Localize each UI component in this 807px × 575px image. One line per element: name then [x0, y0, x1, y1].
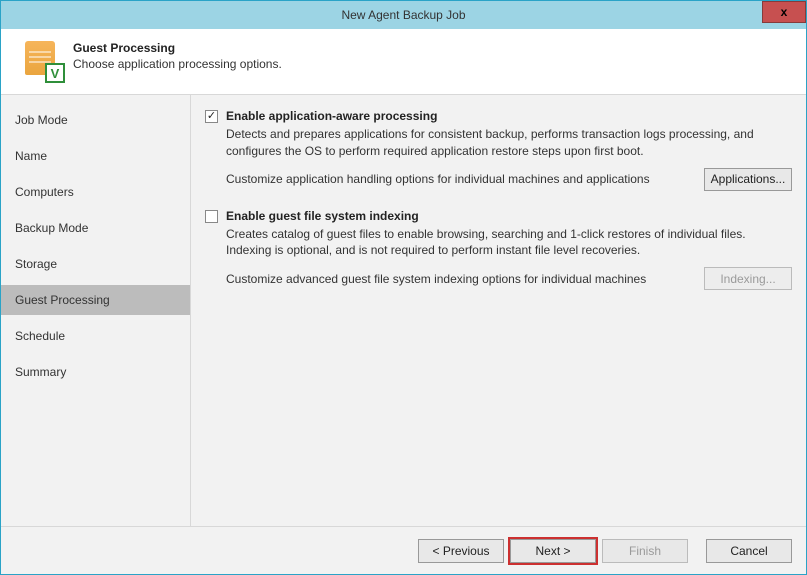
sidebar-item-job-mode[interactable]: Job Mode: [1, 105, 190, 135]
indexing-customize-text: Customize advanced guest file system ind…: [226, 272, 704, 286]
indexing-section: Enable guest file system indexing Create…: [205, 209, 792, 291]
indexing-checkbox[interactable]: [205, 210, 218, 223]
titlebar: New Agent Backup Job x: [1, 1, 806, 29]
indexing-description: Creates catalog of guest files to enable…: [226, 226, 766, 260]
app-aware-checkbox[interactable]: [205, 110, 218, 123]
finish-button: Finish: [602, 539, 688, 563]
previous-button[interactable]: < Previous: [418, 539, 504, 563]
indexing-label: Enable guest file system indexing: [226, 209, 419, 223]
app-aware-section: Enable application-aware processing Dete…: [205, 109, 792, 191]
sidebar-item-name[interactable]: Name: [1, 141, 190, 171]
page-subtitle: Choose application processing options.: [73, 57, 282, 71]
sidebar-item-backup-mode[interactable]: Backup Mode: [1, 213, 190, 243]
wizard-footer: < Previous Next > Finish Cancel: [1, 526, 806, 574]
app-aware-label: Enable application-aware processing: [226, 109, 437, 123]
next-button[interactable]: Next >: [510, 539, 596, 563]
window-title: New Agent Backup Job: [341, 8, 465, 22]
sidebar-item-guest-processing[interactable]: Guest Processing: [1, 285, 190, 315]
sidebar-item-computers[interactable]: Computers: [1, 177, 190, 207]
content-panel: Enable application-aware processing Dete…: [191, 95, 806, 526]
page-title: Guest Processing: [73, 41, 282, 55]
sidebar-item-schedule[interactable]: Schedule: [1, 321, 190, 351]
sidebar-item-storage[interactable]: Storage: [1, 249, 190, 279]
sidebar-item-summary[interactable]: Summary: [1, 357, 190, 387]
wizard-body: Job Mode Name Computers Backup Mode Stor…: [1, 95, 806, 526]
close-icon: x: [781, 5, 788, 19]
wizard-window: New Agent Backup Job x V Guest Processin…: [0, 0, 807, 575]
header-icon: V: [19, 39, 63, 83]
applications-button[interactable]: Applications...: [704, 168, 792, 191]
close-button[interactable]: x: [762, 1, 806, 23]
app-aware-description: Detects and prepares applications for co…: [226, 126, 766, 160]
app-aware-customize-text: Customize application handling options f…: [226, 172, 704, 186]
sidebar: Job Mode Name Computers Backup Mode Stor…: [1, 95, 191, 526]
indexing-button: Indexing...: [704, 267, 792, 290]
cancel-button[interactable]: Cancel: [706, 539, 792, 563]
veeam-badge-icon: V: [45, 63, 65, 83]
header: V Guest Processing Choose application pr…: [1, 29, 806, 95]
